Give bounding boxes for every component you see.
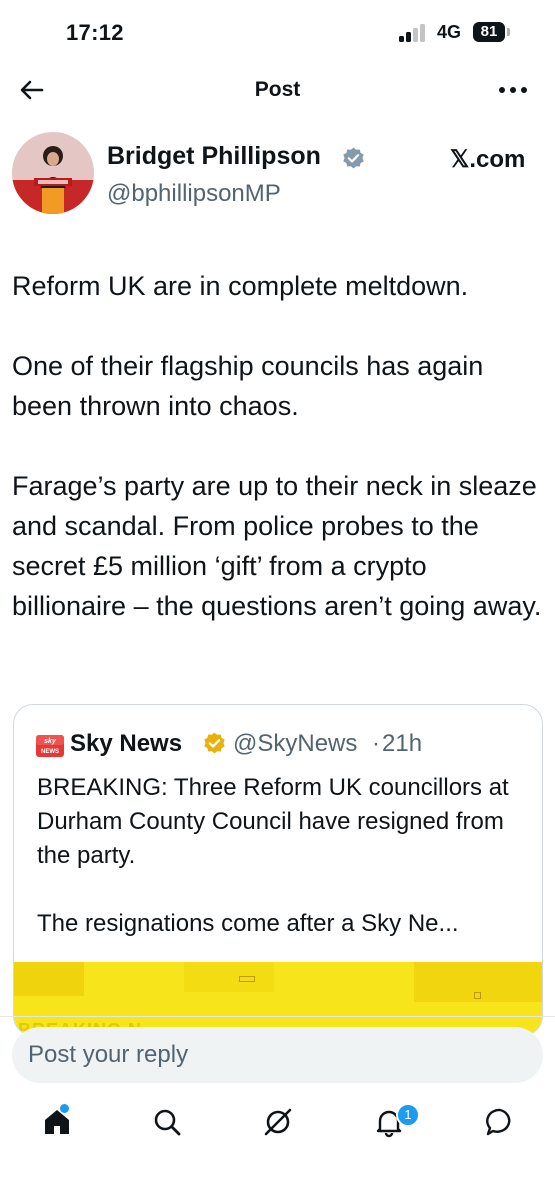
network-type: 4G — [437, 22, 462, 42]
battery-tip — [507, 28, 510, 36]
media-block — [184, 962, 274, 992]
source-label: 𝕏.com — [450, 146, 526, 173]
top-bar: Post — [0, 66, 555, 114]
bottom-tab-bar — [0, 1100, 555, 1160]
quoted-post-text: BREAKING: Three Reform UK councillors at… — [37, 771, 527, 975]
quoted-author-name: Sky News — [70, 730, 183, 757]
post-paragraph: One of their flagship councils has again… — [12, 351, 484, 421]
author-name[interactable]: Bridget Phillipson — [107, 142, 321, 171]
avatar-image — [12, 132, 94, 214]
quoted-author-handle: @SkyNews — [233, 730, 358, 757]
quoted-media-thumbnail[interactable]: BREAKING N — [14, 962, 542, 1035]
svg-text:NEWS: NEWS — [41, 749, 59, 755]
post-text: Reform UK are in complete meltdown. One … — [12, 266, 542, 666]
reply-input[interactable]: Post your reply — [12, 1027, 543, 1083]
quoted-paragraph: BREAKING: Three Reform UK councillors at… — [37, 774, 509, 869]
reply-placeholder: Post your reply — [28, 1041, 189, 1068]
status-time: 17:12 — [66, 20, 124, 45]
media-block — [14, 962, 84, 996]
quoted-post-card[interactable]: sky NEWS Sky News @SkyNews · 21h BREAKIN… — [13, 704, 543, 1036]
gold-verified-badge-icon — [204, 732, 225, 754]
svg-text:sky: sky — [44, 738, 57, 745]
post-paragraph: Reform UK are in complete meltdown. — [12, 271, 469, 301]
author-avatar[interactable] — [12, 132, 94, 214]
signal-icon — [399, 24, 429, 42]
search-icon[interactable] — [151, 1106, 183, 1138]
page-title: Post — [254, 78, 301, 101]
separator-dot: · — [372, 730, 380, 757]
status-bar: 17:12 4G 81 — [0, 0, 555, 66]
verified-badge-icon — [343, 147, 364, 169]
messages-icon[interactable] — [484, 1106, 516, 1138]
post-paragraph: Farage’s party are up to their neck in s… — [12, 471, 542, 621]
more-options-icon[interactable] — [498, 86, 528, 94]
sky-news-logo-icon: sky NEWS — [36, 735, 64, 757]
quoted-paragraph: The resignations come after a Sky Ne... — [37, 910, 459, 937]
notifications-badge: 1 — [396, 1103, 420, 1127]
battery-icon: 81 — [473, 22, 505, 42]
quoted-post-time: 21h — [382, 730, 423, 757]
home-unread-dot — [60, 1104, 69, 1113]
divider — [0, 1016, 555, 1017]
media-glyph — [474, 992, 481, 999]
media-glyph — [239, 976, 255, 982]
grok-icon[interactable] — [262, 1106, 294, 1138]
author-handle[interactable]: @bphillipsonMP — [107, 180, 281, 208]
